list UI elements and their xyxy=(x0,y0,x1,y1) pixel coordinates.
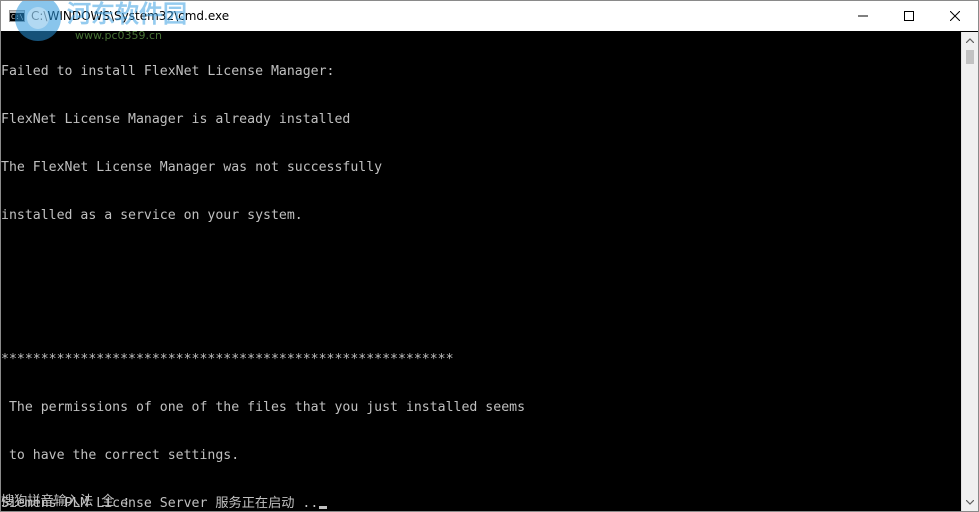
maximize-button[interactable] xyxy=(886,1,932,31)
close-button[interactable] xyxy=(932,1,978,31)
scroll-down-button[interactable] xyxy=(962,494,978,511)
console-line: The permissions of one of the files that… xyxy=(1,400,526,415)
console-line: The FlexNet License Manager was not succ… xyxy=(1,160,383,175)
console-output[interactable]: Failed to install FlexNet License Manage… xyxy=(1,32,962,511)
console-line: FlexNet License Manager is already insta… xyxy=(1,112,351,127)
scroll-up-icon xyxy=(966,38,974,43)
title-bar[interactable]: C:\ C:\WINDOWS\System32\cmd.exe xyxy=(1,1,978,31)
ime-status-bar[interactable]: 搜狗拼音输入法 全 : xyxy=(1,493,130,511)
cmd-window: C:\ C:\WINDOWS\System32\cmd.exe Failed t… xyxy=(0,0,979,512)
window-controls xyxy=(840,1,978,31)
console-line-current: Siemens PLM License Server 服务正在启动 .. xyxy=(1,496,962,511)
console-line: ****************************************… xyxy=(1,352,454,367)
cmd-icon[interactable]: C:\ xyxy=(9,10,25,22)
scroll-down-icon xyxy=(966,500,974,505)
scroll-up-button[interactable] xyxy=(962,32,978,49)
console-line: installed as a service on your system. xyxy=(1,208,303,223)
cmd-icon-glyph: C:\ xyxy=(11,13,24,21)
minimize-button[interactable] xyxy=(840,1,886,31)
console-line: Failed to install FlexNet License Manage… xyxy=(1,64,335,79)
maximize-icon xyxy=(904,11,914,21)
window-title: C:\WINDOWS\System32\cmd.exe xyxy=(31,9,230,23)
minimize-icon xyxy=(858,15,868,17)
close-icon xyxy=(950,11,960,21)
vertical-scrollbar[interactable] xyxy=(961,32,978,511)
console-line: to have the correct settings. xyxy=(1,448,240,463)
scroll-thumb[interactable] xyxy=(966,50,974,64)
text-cursor xyxy=(319,506,328,509)
